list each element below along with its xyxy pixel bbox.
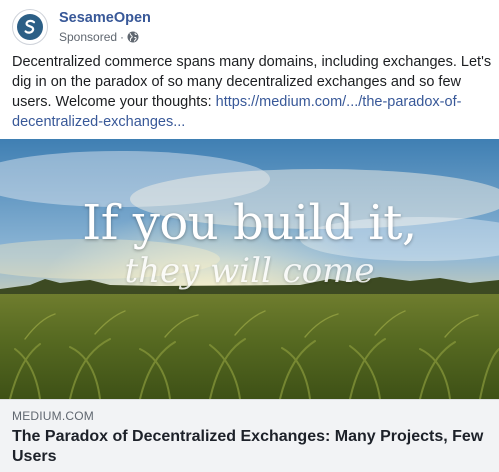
post-meta: Sponsored · <box>59 29 151 45</box>
post-header: SesameOpen Sponsored · <box>12 9 151 45</box>
globe-icon[interactable] <box>127 31 139 43</box>
image-subheadline: they will come <box>124 251 375 291</box>
link-domain: MEDIUM.COM <box>12 409 94 423</box>
post-body-text: Decentralized commerce spans many domain… <box>12 52 492 132</box>
link-preview[interactable]: MEDIUM.COM The Paradox of Decentralized … <box>0 399 499 472</box>
image-headline: If you build it, <box>82 195 417 251</box>
link-title[interactable]: The Paradox of Decentralized Exchanges: … <box>12 427 487 467</box>
sponsored-label[interactable]: Sponsored <box>59 29 117 45</box>
page-name-link[interactable]: SesameOpen <box>59 9 151 27</box>
sesameopen-logo-icon <box>17 14 43 40</box>
avatar[interactable] <box>12 9 48 45</box>
post-image[interactable]: If you build it, they will come <box>0 139 499 399</box>
sponsored-post: SesameOpen Sponsored · Decentralized com… <box>0 0 499 472</box>
meta-separator: · <box>120 30 125 44</box>
